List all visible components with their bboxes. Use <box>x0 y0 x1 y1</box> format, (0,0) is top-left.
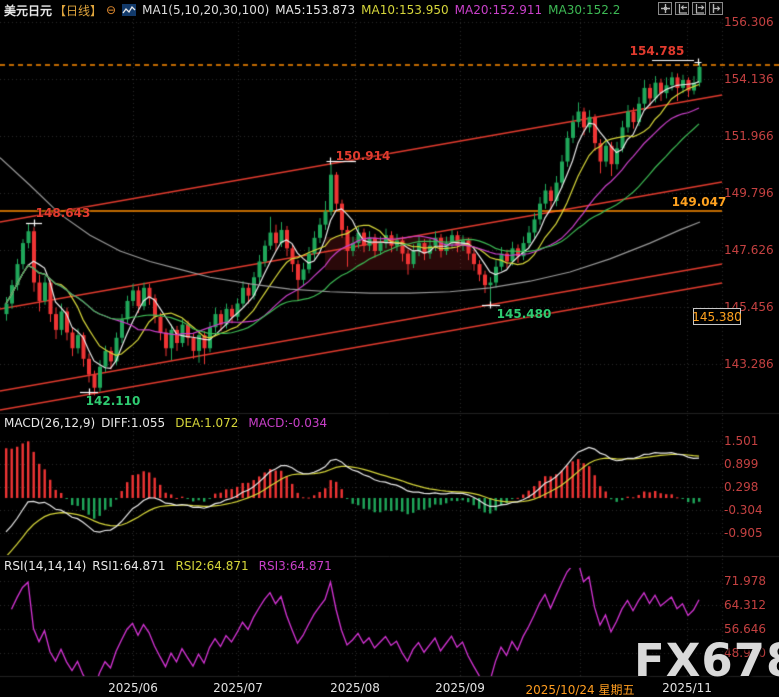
ma5-value: MA5:153.873 <box>275 3 355 17</box>
macd-axis-label: 0.298 <box>724 480 758 494</box>
rsi2-value: RSI2:64.871 <box>175 559 248 573</box>
macd-axis-label: -0.905 <box>724 526 763 540</box>
timeframe-label: 【日线】 <box>54 2 102 19</box>
macd-header: MACD(26,12,9) DIFF:1.055 DEA:1.072 MACD:… <box>4 416 327 430</box>
x-axis-label: 2025/10/24 星期五 <box>526 681 635 697</box>
chart-toolbar <box>658 2 723 15</box>
pan-crosshair-icon[interactable] <box>658 2 672 15</box>
price-annotation: 149.047 <box>672 195 727 209</box>
rsi1-value: RSI1:64.871 <box>92 559 165 573</box>
chart-header: 美元日元【日线】 ⊖ MA1(5,10,20,30,100) MA5:153.87… <box>4 2 620 18</box>
price-axis-label: 143.286 <box>724 357 774 371</box>
rsi-title[interactable]: RSI(14,14,14) <box>4 559 86 573</box>
scale-left-icon[interactable] <box>675 2 689 15</box>
macd-axis-label: -0.304 <box>724 503 763 517</box>
rsi-axis-label: 71.978 <box>724 574 766 588</box>
price-tag: 145.380 <box>693 308 741 325</box>
x-axis-label: 2025/06 <box>108 681 158 695</box>
price-axis-label: 151.966 <box>724 129 774 143</box>
macd-dea-value: DEA:1.072 <box>175 416 238 430</box>
ma30-value: MA30:152.2 <box>548 3 620 17</box>
ma20-value: MA20:152.911 <box>455 3 543 17</box>
rsi3-value: RSI3:64.871 <box>259 559 332 573</box>
macd-hist-value: MACD:-0.034 <box>248 416 327 430</box>
price-annotation: 142.110 <box>86 394 141 408</box>
watermark: FX678 <box>634 634 779 687</box>
x-axis-label: 2025/07 <box>213 681 263 695</box>
rsi-header: RSI(14,14,14) RSI1:64.871 RSI2:64.871 RS… <box>4 559 332 573</box>
macd-diff-value: DIFF:1.055 <box>101 416 165 430</box>
price-axis-label: 149.796 <box>724 186 774 200</box>
price-annotation: 150.914 <box>336 149 391 163</box>
macd-title[interactable]: MACD(26,12,9) <box>4 416 95 430</box>
mini-chart-icon <box>122 4 136 16</box>
macd-axis-label: 1.501 <box>724 434 758 448</box>
chart-app: 美元日元【日线】 ⊖ MA1(5,10,20,30,100) MA5:153.87… <box>0 0 779 697</box>
rsi-axis-label: 64.312 <box>724 598 766 612</box>
ma10-value: MA10:153.950 <box>361 3 449 17</box>
price-annotation: 154.785 <box>630 44 685 58</box>
shift-right-icon[interactable] <box>709 2 723 15</box>
price-axis-label: 147.626 <box>724 243 774 257</box>
x-axis-label: 2025/09 <box>435 681 485 695</box>
price-axis-label: 154.136 <box>724 72 774 86</box>
price-axis-label: 156.306 <box>724 15 774 29</box>
scale-right-icon[interactable] <box>692 2 706 15</box>
price-tag-value: 145.380 <box>692 310 742 324</box>
price-chart-canvas[interactable] <box>0 0 779 697</box>
macd-axis-label: 0.899 <box>724 457 758 471</box>
symbol-title: 美元日元 <box>4 2 52 19</box>
collapse-icon[interactable]: ⊖ <box>106 3 116 17</box>
price-annotation: 145.480 <box>497 307 552 321</box>
x-axis-label: 2025/08 <box>330 681 380 695</box>
price-annotation: 148.643 <box>36 206 91 220</box>
ma-settings-label[interactable]: MA1(5,10,20,30,100) <box>142 3 269 17</box>
